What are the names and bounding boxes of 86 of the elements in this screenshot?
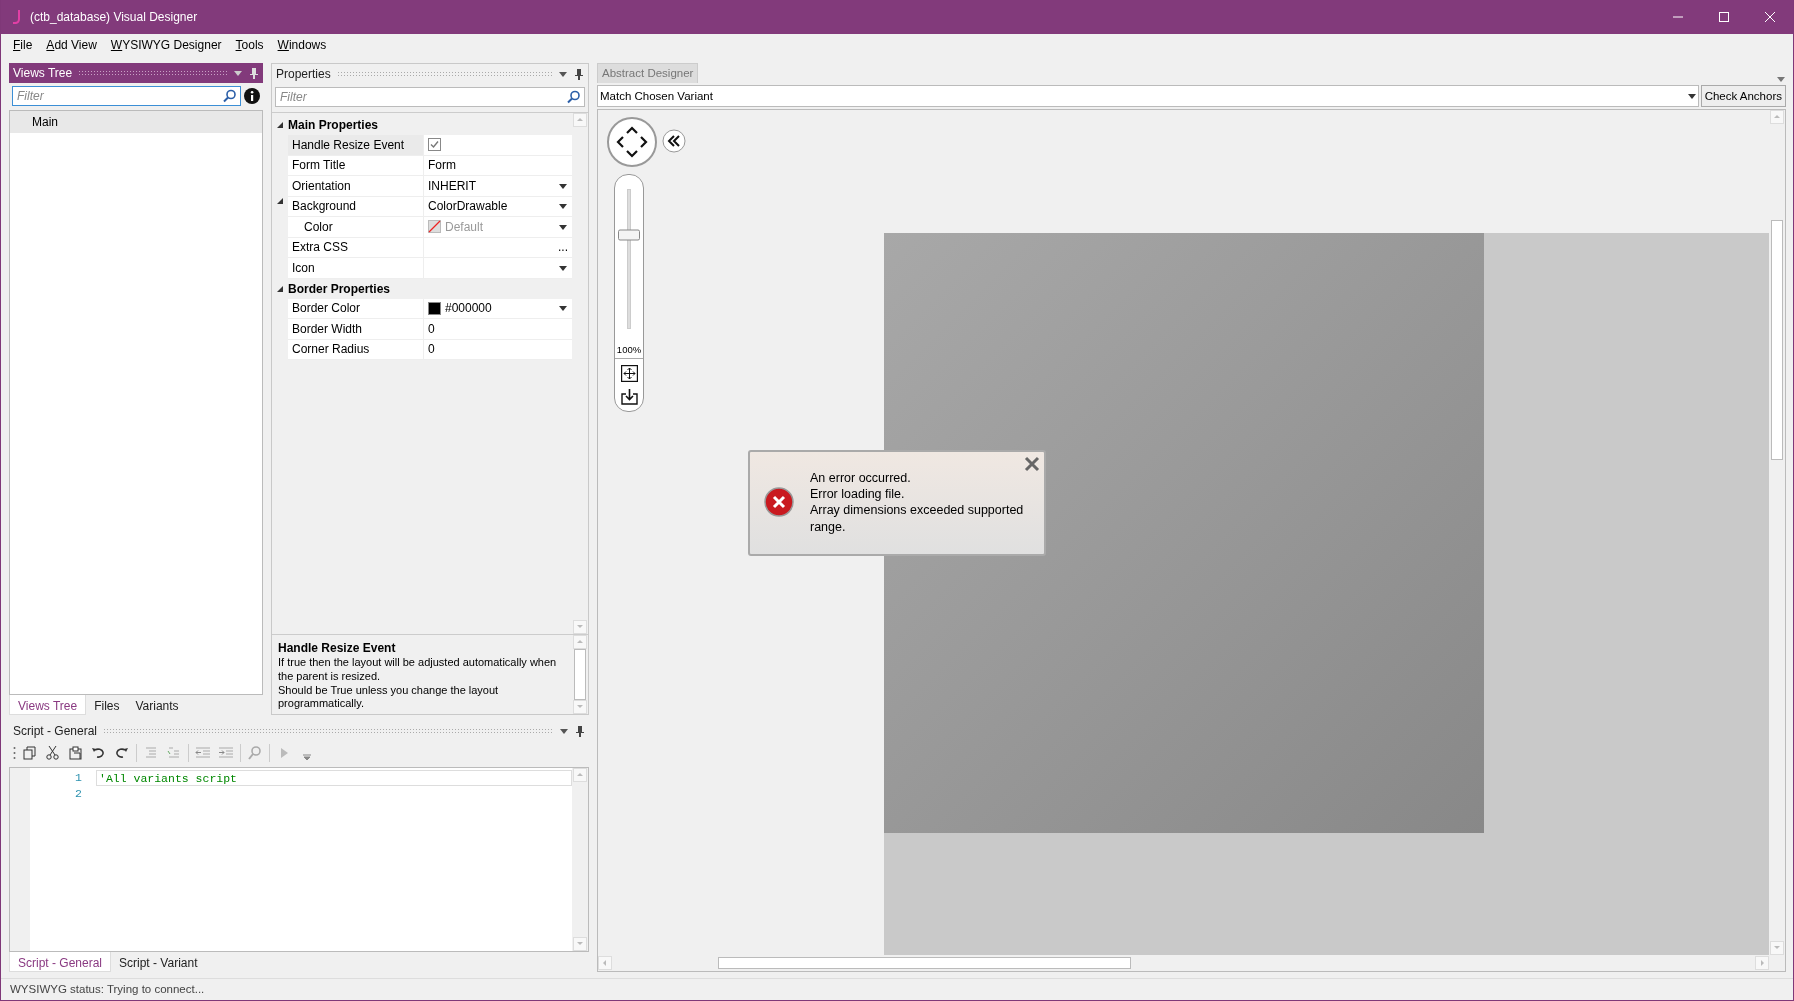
- group-title: Border Properties: [288, 280, 391, 298]
- undo-icon[interactable]: [91, 745, 107, 761]
- variant-dropdown[interactable]: Match Chosen Variant: [597, 85, 1699, 108]
- dropdown-caret-icon[interactable]: [558, 263, 568, 272]
- cut-icon[interactable]: [45, 745, 61, 761]
- paste-icon[interactable]: [68, 745, 84, 761]
- pin-icon[interactable]: [574, 68, 584, 80]
- dropdown-caret-icon[interactable]: [559, 727, 569, 735]
- pin-icon[interactable]: [575, 725, 585, 737]
- property-name[interactable]: Background: [288, 196, 423, 217]
- dropdown-caret-icon[interactable]: [558, 202, 568, 211]
- scrollbar-thumb[interactable]: [1771, 220, 1783, 461]
- expander-icon[interactable]: [276, 284, 284, 293]
- property-name[interactable]: Handle Resize Event: [288, 135, 423, 156]
- dropdown-caret-icon[interactable]: [558, 181, 568, 190]
- description-text: Should be True unless you change the layout programmatically.: [278, 683, 500, 711]
- indent-icon[interactable]: [218, 745, 234, 761]
- dropdown-caret-icon[interactable]: [558, 304, 568, 313]
- download-icon[interactable]: [620, 387, 638, 405]
- menu-item[interactable]: Windows: [271, 35, 333, 55]
- property-name[interactable]: Form Title: [288, 155, 423, 176]
- property-name[interactable]: Icon: [288, 258, 423, 279]
- copy-icon[interactable]: [22, 745, 38, 761]
- property-name[interactable]: Border Width: [288, 319, 423, 340]
- collapse-icon[interactable]: [662, 129, 686, 154]
- code-editor[interactable]: 1 2 'All variants script: [9, 767, 589, 952]
- line-number: 1: [74, 770, 82, 786]
- property-value[interactable]: 0: [428, 319, 435, 338]
- window-title: (ctb_database) Visual Designer: [30, 9, 198, 26]
- description-text: If true then the layout will be adjusted automatically when the parent is resized.: [278, 656, 558, 684]
- outdent-icon[interactable]: [195, 745, 211, 761]
- group-title: Main Properties: [288, 117, 379, 134]
- panel-tab[interactable]: Views Tree: [9, 695, 87, 715]
- close-icon[interactable]: [1024, 456, 1040, 473]
- panel-title: Script - General: [13, 723, 98, 740]
- zoom-label: 100%: [615, 343, 643, 359]
- search-icon[interactable]: [567, 90, 581, 104]
- property-value[interactable]: 0: [428, 340, 435, 359]
- error-message: Array dimensions exceeded supported range.: [810, 502, 1025, 535]
- panel-title: Properties: [276, 66, 331, 83]
- menu-item[interactable]: WYSIWYG Designer: [104, 35, 228, 55]
- menu-item[interactable]: File: [7, 35, 39, 55]
- tree-item[interactable]: Main: [10, 111, 262, 133]
- property-name[interactable]: Orientation: [288, 176, 423, 197]
- property-value[interactable]: Form: [428, 156, 456, 175]
- check-anchors-button[interactable]: Check Anchors: [1700, 85, 1786, 108]
- error-message: An error occurred.: [810, 469, 912, 486]
- panel-title: Views Tree: [13, 65, 73, 82]
- description-title: Handle Resize Event: [278, 641, 397, 656]
- property-name[interactable]: Border Color: [288, 298, 423, 319]
- panel-tab[interactable]: Script - General: [9, 952, 112, 972]
- dropdown-caret-icon[interactable]: [558, 222, 568, 231]
- error-message: Error loading file.: [810, 486, 906, 503]
- status-text: WYSIWYG status: Trying to connect...: [1, 978, 1793, 1000]
- panel-tab[interactable]: Files: [86, 695, 128, 715]
- maximize-icon[interactable]: [1719, 12, 1729, 22]
- dropdown-caret-icon[interactable]: [1687, 93, 1696, 100]
- redo-icon[interactable]: [114, 745, 130, 761]
- color-swatch: [428, 301, 441, 315]
- menu-item[interactable]: Tools: [229, 35, 270, 55]
- line-number: 2: [74, 786, 82, 802]
- no-color-swatch-icon: [428, 220, 441, 234]
- fit-to-view-icon[interactable]: [620, 364, 638, 382]
- checkbox[interactable]: [428, 138, 441, 152]
- scrollbar-thumb[interactable]: [574, 649, 586, 700]
- panel-tab[interactable]: Script - Variant: [111, 952, 206, 972]
- expander-icon[interactable]: [276, 121, 284, 129]
- dropdown-caret-icon[interactable]: [558, 70, 568, 78]
- filter-field[interactable]: Filter: [275, 87, 585, 107]
- property-name[interactable]: Color: [288, 217, 423, 238]
- slider-thumb[interactable]: [618, 229, 640, 241]
- filter-field[interactable]: Filter: [12, 86, 241, 106]
- info-icon[interactable]: [244, 88, 260, 104]
- ellipsis-button[interactable]: ...: [558, 238, 568, 257]
- pin-icon[interactable]: [249, 67, 259, 79]
- toolbar-grip-icon[interactable]: [13, 746, 16, 760]
- pan-control[interactable]: [606, 116, 658, 169]
- code-line: 'All variants script: [99, 772, 238, 785]
- search-icon[interactable]: [223, 89, 237, 103]
- error-icon: [764, 487, 794, 518]
- property-name[interactable]: Extra CSS: [288, 237, 423, 258]
- menu-item[interactable]: Add View: [40, 35, 103, 55]
- panel-tab[interactable]: Variants: [127, 695, 187, 715]
- scrollbar-thumb[interactable]: [718, 957, 1131, 969]
- expander-icon[interactable]: [276, 196, 284, 205]
- property-name[interactable]: Corner Radius: [288, 339, 423, 360]
